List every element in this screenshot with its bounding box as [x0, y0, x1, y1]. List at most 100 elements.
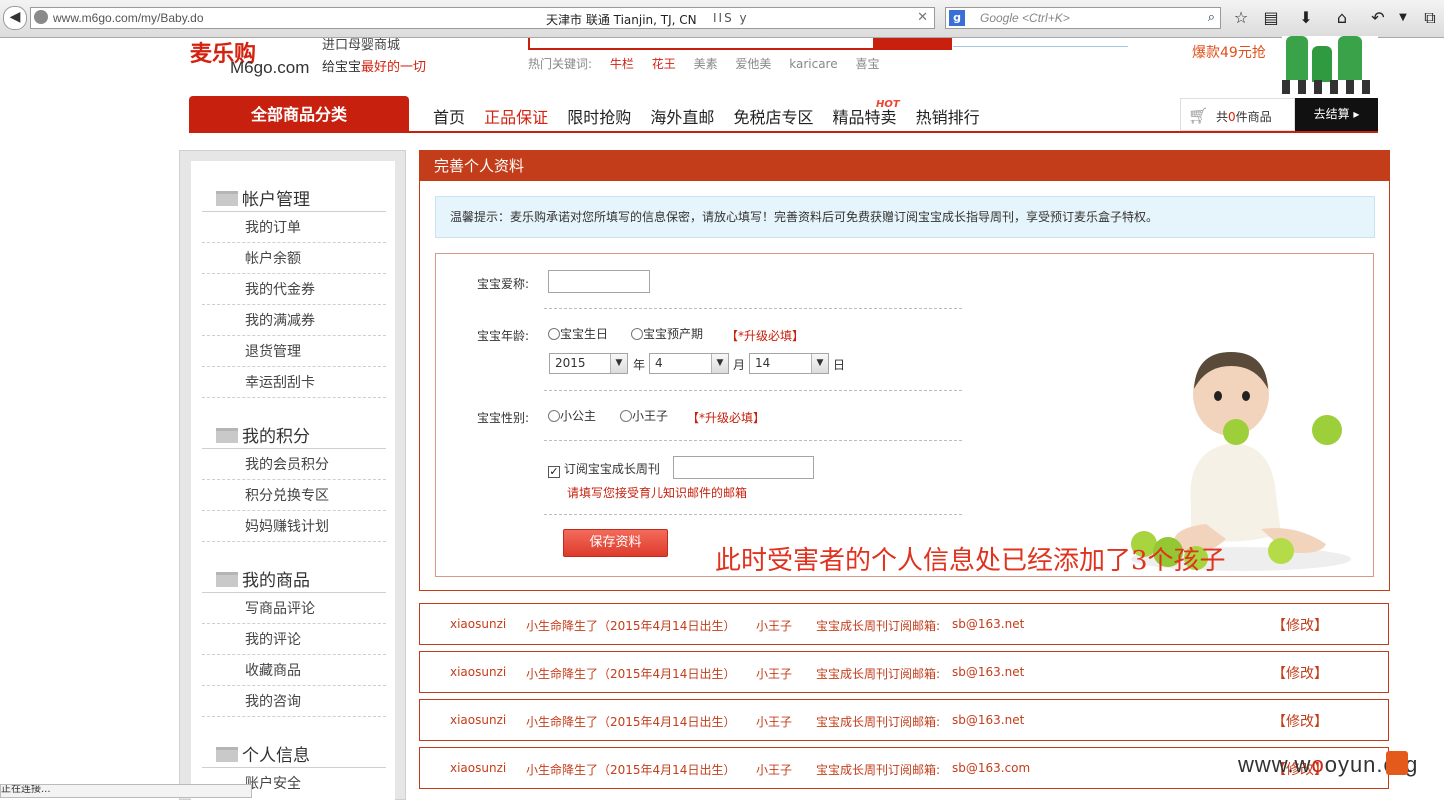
home-icon[interactable]: ⌂: [1332, 8, 1352, 28]
download-icon[interactable]: ⬇: [1296, 8, 1316, 28]
hot-keyword-link[interactable]: 爱他美: [735, 57, 771, 71]
baby-record-row: xiaosunzi 小生命降生了（2015年4月14日出生） 小王子 宝宝成长周…: [419, 699, 1389, 741]
nickname-label: 宝宝爱称:: [477, 277, 530, 291]
cart-icon: 🛒︎: [1188, 106, 1209, 125]
record-edit-link[interactable]: 【修改】: [1272, 663, 1328, 683]
sidebar-item-scratch-card[interactable]: 幸运刮刮卡: [245, 372, 315, 392]
globe-icon: [34, 10, 48, 24]
bookmark-star-icon[interactable]: ☆: [1231, 8, 1251, 28]
year-unit: 年: [633, 358, 646, 372]
site-logo-domain[interactable]: M6go.com: [230, 58, 309, 78]
sidebar-item-points-exchange[interactable]: 积分兑换专区: [245, 485, 329, 505]
nickname-input[interactable]: [548, 270, 650, 293]
search-icon[interactable]: ⌕: [1208, 10, 1215, 25]
promo-text[interactable]: 爆款49元抢: [1192, 42, 1266, 62]
sidebar-section-title: 我的积分: [216, 422, 310, 447]
sidebar-item-member-points[interactable]: 我的会员积分: [245, 454, 329, 474]
record-status: 小生命降生了（2015年4月14日出生）: [526, 619, 736, 633]
record-status: 小生命降生了（2015年4月14日出生）: [526, 667, 736, 681]
record-gender: 小王子: [756, 619, 793, 633]
account-sidebar: 帐户管理 我的订单 帐户余额 我的代金券 我的满减券 退货管理 幸运刮刮卡 我的…: [179, 150, 406, 801]
slogan-highlight: 最好的一切: [361, 60, 427, 75]
radio-boy[interactable]: [620, 410, 632, 422]
required-note: 【*升级必填】: [726, 329, 805, 343]
subscribe-option[interactable]: ✓ 订阅宝宝成长周刊: [548, 460, 660, 478]
crop-icon[interactable]: ⧉: [1420, 8, 1440, 28]
nav-item-flash-sale[interactable]: 限时抢购: [567, 108, 631, 127]
main-nav: 首页 正品保证 限时抢购 海外直邮 免税店专区 精品特卖 热销排行: [433, 104, 994, 128]
sidebar-item-orders[interactable]: 我的订单: [245, 217, 301, 237]
nav-item-bestsellers[interactable]: 热销排行: [916, 108, 980, 127]
hot-keywords: 热门关键词: 牛栏 花王 美素 爱他美 karicare 喜宝: [528, 55, 893, 72]
site-search-button[interactable]: [873, 38, 950, 48]
sidebar-item-account-security[interactable]: 账户安全: [245, 773, 301, 793]
sidebar-item-discount-coupons[interactable]: 我的满减券: [245, 310, 315, 330]
browser-search-box[interactable]: g Google <Ctrl+K> ⌕: [945, 7, 1221, 29]
radio-girl[interactable]: [548, 410, 560, 422]
google-engine-icon[interactable]: g: [949, 10, 965, 26]
sidebar-item-balance[interactable]: 帐户余额: [245, 248, 301, 268]
sidebar-item-inquiries[interactable]: 我的咨询: [245, 691, 301, 711]
nav-item-duty-free[interactable]: 免税店专区: [733, 108, 813, 127]
sidebar-item-earn-plan[interactable]: 妈妈赚钱计划: [245, 516, 329, 536]
sidebar-item-returns[interactable]: 退货管理: [245, 341, 301, 361]
age-due-date-option[interactable]: 宝宝预产期: [631, 325, 703, 342]
year-select[interactable]: 2015 ▼: [549, 353, 628, 374]
hot-keywords-label: 热门关键词:: [528, 57, 593, 71]
nav-item-genuine[interactable]: 正品保证: [484, 108, 548, 127]
all-categories-button[interactable]: 全部商品分类: [189, 96, 409, 133]
record-email-label: 宝宝成长周刊订阅邮箱:: [816, 763, 941, 777]
age-birthday-option[interactable]: 宝宝生日: [548, 325, 608, 342]
profile-panel: 完善个人资料 温馨提示：麦乐购承诺对您所填写的信息保密，请放心填写！完善资料后可…: [419, 150, 1390, 591]
record-status: 小生命降生了（2015年4月14日出生）: [526, 715, 736, 729]
hot-keyword-link[interactable]: karicare: [789, 57, 837, 71]
nav-item-special[interactable]: 精品特卖: [833, 108, 897, 127]
gender-girl-option[interactable]: 小公主: [548, 407, 596, 424]
geo-location-text: 天津市 联通 Tianjin, TJ, CN: [546, 13, 697, 27]
sidebar-item-my-reviews[interactable]: 我的评论: [245, 629, 301, 649]
sidebar-item-favorites[interactable]: 收藏商品: [245, 660, 301, 680]
hot-keyword-link[interactable]: 牛栏: [610, 57, 634, 71]
subscribe-checkbox[interactable]: ✓: [548, 466, 560, 478]
sidebar-item-vouchers[interactable]: 我的代金券: [245, 279, 315, 299]
dropdown-icon[interactable]: ▼: [1393, 8, 1413, 28]
email-input[interactable]: [673, 456, 814, 479]
record-edit-link[interactable]: 【修改】: [1272, 711, 1328, 731]
record-edit-link[interactable]: 【修改】: [1272, 615, 1328, 635]
browser-search-placeholder: Google <Ctrl+K>: [980, 11, 1070, 25]
record-name: xiaosunzi: [450, 617, 507, 631]
address-bar[interactable]: www.m6go.com/my/Baby.do 天津市 联通 Tianjin, …: [30, 7, 935, 29]
record-email-label: 宝宝成长周刊订阅邮箱:: [816, 715, 941, 729]
cart-summary[interactable]: 🛒︎ 共0件商品: [1180, 98, 1295, 131]
gender-boy-option[interactable]: 小王子: [620, 407, 668, 424]
save-profile-button[interactable]: 保存资料: [563, 529, 668, 557]
day-select[interactable]: 14 ▼: [749, 353, 829, 374]
sidebar-item-write-review[interactable]: 写商品评论: [245, 598, 315, 618]
cart-count-text: 共0件商品: [1216, 110, 1272, 124]
record-gender: 小王子: [756, 763, 793, 777]
radio-due-date[interactable]: [631, 328, 643, 340]
browser-status-bar: 正在连接...: [0, 784, 252, 798]
extension-icons[interactable]: IIS y: [713, 11, 749, 25]
clear-address-icon[interactable]: ✕: [917, 10, 928, 25]
checkout-button[interactable]: 去结算 ▸: [1295, 98, 1378, 131]
reader-icon[interactable]: ▤: [1261, 8, 1281, 28]
slogan-prefix: 给宝宝: [322, 60, 362, 75]
address-url[interactable]: www.m6go.com/my/Baby.do: [53, 11, 204, 25]
nav-item-home[interactable]: 首页: [433, 108, 465, 127]
back-arrow-icon[interactable]: ◀: [3, 6, 27, 30]
hot-keyword-link[interactable]: 花王: [652, 57, 676, 71]
nav-item-overseas[interactable]: 海外直邮: [650, 108, 714, 127]
folder-icon: [216, 428, 238, 443]
hot-keyword-link[interactable]: 喜宝: [855, 57, 879, 71]
hot-keyword-link[interactable]: 美素: [694, 57, 718, 71]
record-status: 小生命降生了（2015年4月14日出生）: [526, 763, 736, 777]
record-email: sb@163.net: [952, 617, 1025, 631]
month-select[interactable]: 4 ▼: [649, 353, 729, 374]
folder-icon: [216, 747, 238, 762]
promo-image[interactable]: [1282, 36, 1378, 94]
radio-birthday[interactable]: [548, 328, 560, 340]
tip-banner: 温馨提示：麦乐购承诺对您所填写的信息保密，请放心填写！完善资料后可免费获赠订阅宝…: [435, 196, 1375, 238]
history-back-icon[interactable]: ↶: [1368, 8, 1388, 28]
record-email-label: 宝宝成长周刊订阅邮箱:: [816, 619, 941, 633]
